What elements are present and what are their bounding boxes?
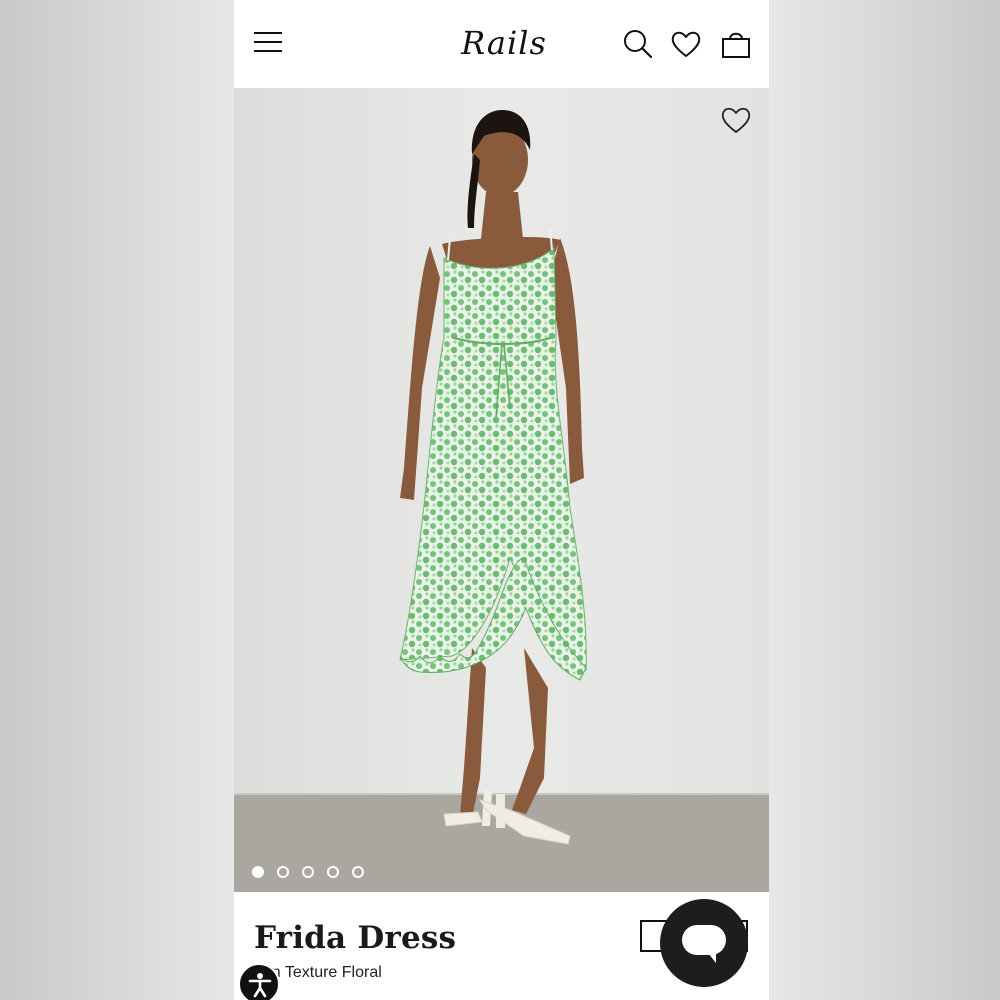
heart-outline-icon[interactable] bbox=[718, 104, 754, 136]
product-image-gallery[interactable] bbox=[234, 88, 769, 892]
product-photo bbox=[234, 88, 769, 892]
brand-logo[interactable]: Rails bbox=[456, 20, 552, 66]
gallery-dot[interactable] bbox=[277, 866, 289, 878]
chat-bubble-icon[interactable] bbox=[660, 899, 748, 987]
phone-screen: Rails Frida Dress een Texture Floral bbox=[234, 0, 769, 1000]
blurred-backdrop-right bbox=[769, 0, 1000, 1000]
hamburger-menu-icon[interactable] bbox=[252, 28, 284, 56]
gallery-dot[interactable] bbox=[302, 866, 314, 878]
product-info: Frida Dress een Texture Floral bbox=[234, 892, 769, 1000]
product-name: Frida Dress bbox=[254, 920, 457, 956]
accessibility-icon[interactable] bbox=[238, 963, 280, 1000]
shopping-bag-icon[interactable] bbox=[718, 26, 754, 62]
gallery-pagination bbox=[252, 866, 364, 878]
gallery-dot[interactable] bbox=[327, 866, 339, 878]
blurred-backdrop-left bbox=[0, 0, 234, 1000]
heart-icon[interactable] bbox=[668, 26, 704, 62]
gallery-dot[interactable] bbox=[252, 866, 264, 878]
gallery-dot[interactable] bbox=[352, 866, 364, 878]
site-header: Rails bbox=[234, 0, 769, 88]
search-icon[interactable] bbox=[620, 26, 656, 62]
